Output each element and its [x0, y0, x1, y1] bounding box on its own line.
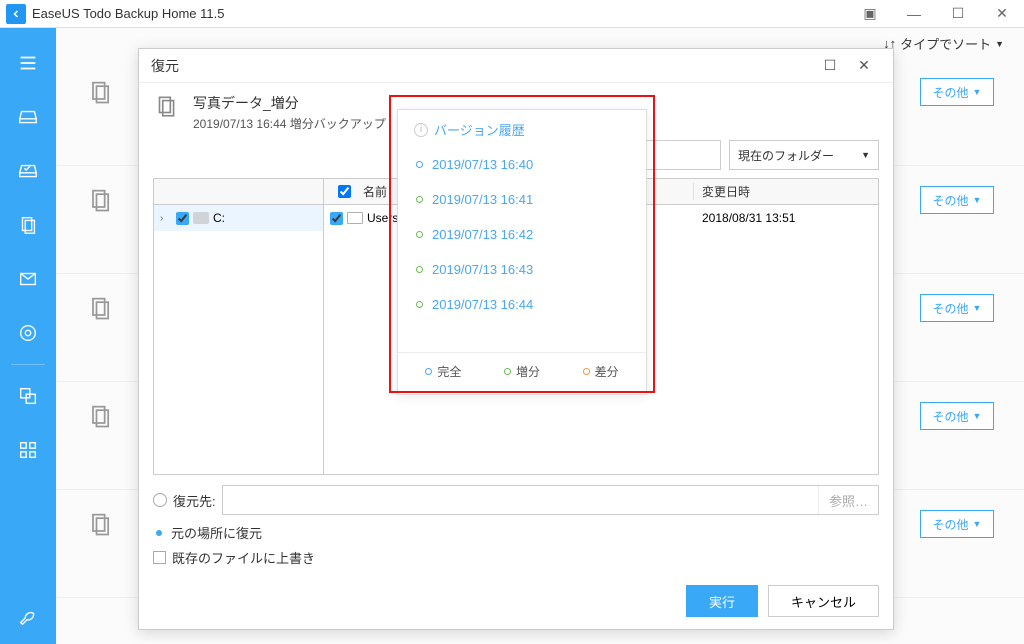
tree-drive-row[interactable]: › C:: [154, 205, 323, 231]
info-icon: i: [414, 123, 428, 137]
drive-label: C:: [213, 211, 225, 225]
disk-backup-icon[interactable]: [0, 90, 56, 144]
dialog-title: 復元: [151, 56, 813, 76]
dest-custom-radio[interactable]: [153, 493, 167, 507]
tree-checkbox[interactable]: [176, 212, 189, 225]
row-checkbox[interactable]: [330, 212, 343, 225]
dest-path-input[interactable]: 参照…: [222, 485, 879, 515]
help-icon[interactable]: ▣: [848, 0, 892, 28]
minimize-button[interactable]: —: [892, 0, 936, 28]
restore-dialog: 復元 ☐ ✕ 写真データ_増分 2019/07/13 16:44 増分バックアッ…: [138, 48, 894, 630]
clone-icon[interactable]: [0, 369, 56, 423]
cancel-button[interactable]: キャンセル: [768, 585, 879, 617]
folder-tree[interactable]: › C:: [154, 179, 324, 474]
overwrite-label: 既存のファイルに上書き: [172, 548, 315, 567]
other-button[interactable]: その他▼: [920, 402, 994, 430]
task-icon: [86, 510, 122, 546]
system-backup-icon[interactable]: [0, 144, 56, 198]
column-name[interactable]: 名前: [363, 183, 387, 200]
dialog-maximize-button[interactable]: ☐: [813, 51, 847, 81]
other-button[interactable]: その他▼: [920, 186, 994, 214]
task-file-icon: [153, 93, 181, 121]
version-history-popup: i バージョン履歴 2019/07/13 16:40 2019/07/13 16…: [397, 109, 647, 395]
task-icon: [86, 78, 122, 114]
task-icon: [86, 402, 122, 438]
version-item[interactable]: 2019/07/13 16:42: [398, 217, 646, 252]
maximize-button[interactable]: ☐: [936, 0, 980, 28]
folder-icon: [347, 212, 363, 224]
task-icon: [86, 294, 122, 330]
overwrite-checkbox[interactable]: [153, 551, 166, 564]
file-name: Users: [367, 211, 398, 225]
smart-backup-icon[interactable]: [0, 306, 56, 360]
sort-control[interactable]: ↓↑タイプでソート▼: [883, 34, 1004, 53]
orig-location-label: 元の場所に復元: [171, 523, 262, 542]
dest-label: 復元先:: [173, 491, 216, 510]
version-legend: 完全 増分 差分: [398, 352, 646, 386]
window-title: EaseUS Todo Backup Home 11.5: [32, 6, 224, 21]
drive-icon: [193, 212, 209, 224]
file-date: 2018/08/31 13:51: [694, 211, 878, 225]
menu-icon[interactable]: [0, 36, 56, 90]
mail-backup-icon[interactable]: [0, 252, 56, 306]
run-button[interactable]: 実行: [686, 585, 758, 617]
tools-icon[interactable]: [0, 423, 56, 477]
version-item[interactable]: 2019/07/13 16:40: [398, 147, 646, 182]
version-item[interactable]: 2019/07/13 16:44: [398, 287, 646, 322]
task-name: 写真データ_増分: [193, 93, 386, 113]
dest-path-field[interactable]: [223, 486, 818, 514]
app-logo-icon: [6, 4, 26, 24]
task-icon: [86, 186, 122, 222]
version-item[interactable]: 2019/07/13 16:43: [398, 252, 646, 287]
select-all-checkbox[interactable]: [338, 185, 351, 198]
column-date[interactable]: 変更日時: [702, 185, 750, 199]
expand-icon[interactable]: ›: [160, 213, 172, 224]
task-subtitle: 2019/07/13 16:44 増分バックアップ: [193, 115, 386, 132]
browse-button[interactable]: 参照…: [818, 486, 878, 514]
dest-original-radio[interactable]: [153, 527, 165, 539]
other-button[interactable]: その他▼: [920, 78, 994, 106]
version-item[interactable]: 2019/07/13 16:41: [398, 182, 646, 217]
titlebar: EaseUS Todo Backup Home 11.5 ▣ — ☐ ✕: [0, 0, 1024, 28]
sidebar: [0, 28, 56, 644]
dialog-close-button[interactable]: ✕: [847, 51, 881, 81]
close-button[interactable]: ✕: [980, 0, 1024, 28]
other-button[interactable]: その他▼: [920, 510, 994, 538]
file-backup-icon[interactable]: [0, 198, 56, 252]
folder-scope-select[interactable]: 現在のフォルダー▼: [729, 140, 879, 170]
version-history-title: i バージョン履歴: [398, 118, 646, 147]
other-button[interactable]: その他▼: [920, 294, 994, 322]
settings-icon[interactable]: [0, 590, 56, 644]
